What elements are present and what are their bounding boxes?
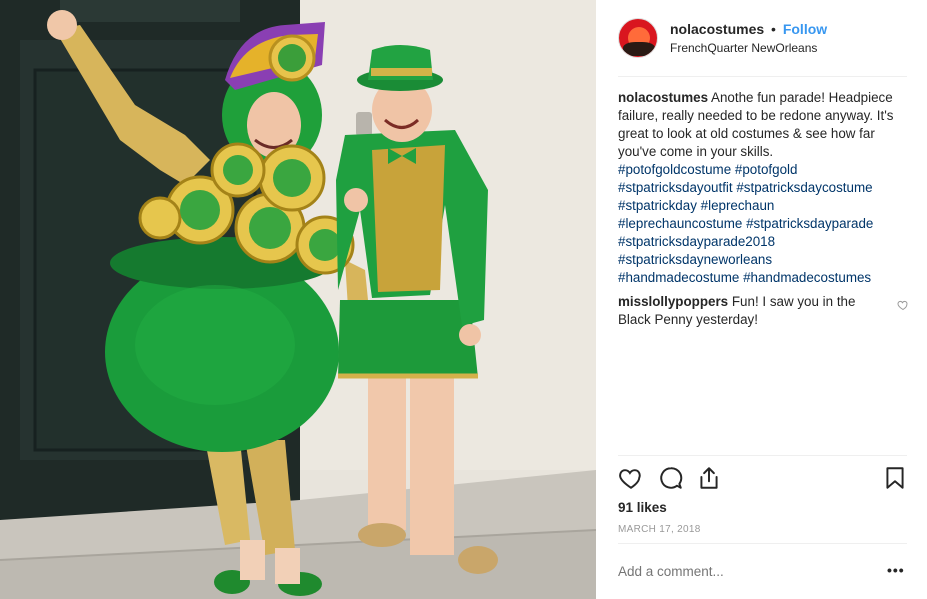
comments-list: nolacostumes Anothe fun parade! Headpiec… bbox=[618, 89, 908, 329]
add-comment-input[interactable] bbox=[618, 564, 868, 579]
post-actions-bar bbox=[618, 463, 910, 495]
hashtag-link[interactable]: #stpatricksdayparade bbox=[746, 216, 873, 231]
caption-username[interactable]: nolacostumes bbox=[618, 90, 708, 105]
comment-text-line: Fun! I saw you in the bbox=[731, 294, 856, 309]
hashtag-link[interactable]: #stpatrickday bbox=[618, 198, 697, 213]
avatar-image-detail-dark bbox=[623, 42, 655, 56]
hashtag-link[interactable]: #leprechaun bbox=[701, 198, 775, 213]
caption: nolacostumes Anothe fun parade! Headpiec… bbox=[618, 89, 896, 287]
divider bbox=[618, 455, 907, 456]
costume-photo-illustration bbox=[0, 0, 596, 599]
post-photo[interactable] bbox=[0, 0, 596, 599]
post-date: MARCH 17, 2018 bbox=[618, 524, 701, 535]
comment-text-line: Black Penny yesterday! bbox=[618, 312, 758, 327]
comment-icon[interactable] bbox=[658, 465, 684, 491]
divider bbox=[618, 543, 907, 544]
username-link[interactable]: nolacostumes bbox=[670, 21, 764, 37]
location-link[interactable]: FrenchQuarter NewOrleans bbox=[670, 41, 817, 55]
avatar[interactable] bbox=[618, 18, 658, 58]
hashtag-link[interactable]: #handmadecostumes bbox=[743, 270, 871, 285]
hashtag-link[interactable]: #stpatricksdayoutfit bbox=[618, 180, 733, 195]
share-icon[interactable] bbox=[696, 465, 722, 491]
hashtag-link[interactable]: #stpatricksdayparade2018 bbox=[618, 234, 775, 249]
hashtag-link[interactable]: #stpatricksdaycostume bbox=[736, 180, 872, 195]
more-options-button[interactable]: ••• bbox=[887, 562, 905, 578]
caption-text-line: great to look at old costumes & see how … bbox=[618, 126, 875, 141]
hashtag-link[interactable]: #leprechauncostume bbox=[618, 216, 742, 231]
comment-item: misslollypoppers Fun! I saw you in the B… bbox=[618, 293, 908, 329]
divider bbox=[618, 76, 907, 77]
hashtag-link[interactable]: #potofgold bbox=[735, 162, 798, 177]
heart-icon[interactable] bbox=[618, 465, 644, 491]
bookmark-icon[interactable] bbox=[882, 465, 908, 491]
likes-count[interactable]: 91 likes bbox=[618, 500, 667, 515]
follow-button[interactable]: Follow bbox=[783, 21, 827, 37]
comment-username[interactable]: misslollypoppers bbox=[618, 294, 728, 309]
hashtag-link[interactable]: #handmadecostume bbox=[618, 270, 739, 285]
caption-text-line: failure, really needed to be redone anyw… bbox=[618, 108, 894, 123]
hashtag-link[interactable]: #stpatricksdayneworleans bbox=[618, 252, 772, 267]
post-side-panel: nolacostumes • Follow FrenchQuarter NewO… bbox=[596, 0, 927, 599]
comment-like-heart-icon[interactable] bbox=[897, 299, 909, 311]
separator-dot: • bbox=[771, 21, 776, 37]
caption-text-line: Anothe fun parade! Headpiece bbox=[711, 90, 893, 105]
post-header: nolacostumes • Follow FrenchQuarter NewO… bbox=[618, 16, 908, 74]
hashtag-link[interactable]: #potofgoldcostume bbox=[618, 162, 731, 177]
caption-text-line: you've come in your skills. bbox=[618, 144, 774, 159]
header-user-line: nolacostumes • Follow bbox=[670, 21, 827, 37]
